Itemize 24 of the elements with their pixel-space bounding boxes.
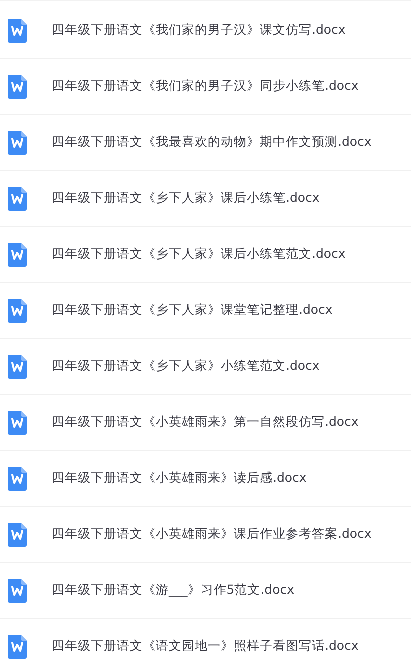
word-document-icon <box>8 242 27 266</box>
word-document-icon <box>8 298 27 322</box>
word-document-icon <box>8 522 27 546</box>
file-name[interactable]: 四年级下册语文《我们家的男子汉》同步小练笔.docx <box>52 78 359 95</box>
file-name[interactable]: 四年级下册语文《小英雄雨来》读后感.docx <box>52 470 307 487</box>
word-document-icon <box>8 354 27 378</box>
file-name[interactable]: 四年级下册语文《我们家的男子汉》课文仿写.docx <box>52 22 346 39</box>
file-name[interactable]: 四年级下册语文《乡下人家》小练笔范文.docx <box>52 358 320 375</box>
word-document-icon <box>8 18 27 42</box>
file-name[interactable]: 四年级下册语文《游___》习作5范文.docx <box>52 582 295 599</box>
file-name[interactable]: 四年级下册语文《乡下人家》课后小练笔范文.docx <box>52 246 346 263</box>
word-document-icon <box>8 466 27 490</box>
file-name[interactable]: 四年级下册语文《乡下人家》课堂笔记整理.docx <box>52 302 333 319</box>
word-document-icon <box>8 578 27 602</box>
file-name[interactable]: 四年级下册语文《语文园地一》照样子看图写话.docx <box>52 638 359 655</box>
file-name[interactable]: 四年级下册语文《我最喜欢的动物》期中作文预测.docx <box>52 134 372 151</box>
word-document-icon <box>8 634 27 658</box>
word-document-icon <box>8 130 27 154</box>
word-document-icon <box>8 74 27 98</box>
file-name[interactable]: 四年级下册语文《小英雄雨来》课后作业参考答案.docx <box>52 526 372 543</box>
file-name[interactable]: 四年级下册语文《小英雄雨来》第一自然段仿写.docx <box>52 414 359 431</box>
word-document-icon <box>8 410 27 434</box>
file-name[interactable]: 四年级下册语文《乡下人家》课后小练笔.docx <box>52 190 320 207</box>
word-document-icon <box>8 186 27 210</box>
